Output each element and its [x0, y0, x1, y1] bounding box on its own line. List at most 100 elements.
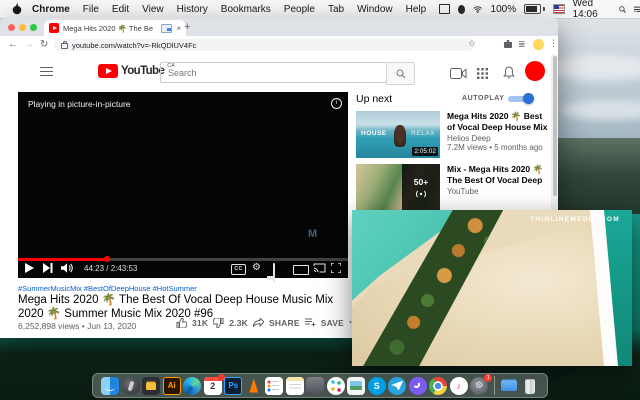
like-icon[interactable] — [176, 318, 187, 328]
suggested-video-2[interactable]: 50+ Mix - Mega Hits 2020 🌴 The Best Of V… — [356, 164, 552, 211]
thumb-text-relax: RELAX — [411, 130, 435, 137]
next-button[interactable] — [43, 263, 53, 273]
suggested-video-1[interactable]: HOUSE RELAX 2:05:02 Mega Hits 2020 🌴 Bes… — [356, 111, 552, 158]
dislike-icon[interactable] — [213, 318, 224, 328]
apps-grid-icon[interactable] — [477, 66, 488, 84]
suggested-title-1[interactable]: Mega Hits 2020 🌴 Best of Vocal Deep Hous… — [447, 111, 552, 132]
dock-chrome-icon[interactable] — [429, 377, 447, 395]
bookmark-star-icon[interactable]: ☆ — [468, 38, 476, 49]
reload-button[interactable]: ↻ — [40, 39, 48, 50]
menu-extra-icon[interactable] — [458, 5, 465, 14]
padlock-icon[interactable] — [61, 43, 68, 49]
minimize-window-button[interactable] — [19, 24, 26, 31]
scrollbar-thumb[interactable] — [553, 56, 557, 196]
mix-count: 50+ — [414, 177, 428, 187]
search-box — [160, 62, 387, 83]
account-avatar[interactable] — [525, 61, 545, 81]
dock-launchpad-icon[interactable] — [122, 377, 140, 395]
dock-illustrator-icon[interactable]: Ai — [163, 377, 181, 395]
chrome-profile-avatar[interactable] — [533, 39, 544, 50]
dislike-count[interactable]: 2.3K — [229, 318, 248, 328]
pip-window[interactable]: THINLINEMEDIA.COM — [352, 210, 632, 366]
browser-tab[interactable]: Mega Hits 2020 🌴 The Be × — [44, 20, 186, 36]
address-bar[interactable]: youtube.com/watch?v=-RkQDlUV4Fc — [54, 39, 474, 51]
dock-music-icon[interactable]: ♪ — [450, 377, 468, 395]
forward-button[interactable]: → — [24, 39, 34, 50]
dock-telegram-icon[interactable] — [388, 377, 406, 395]
spotlight-icon[interactable] — [619, 5, 626, 14]
fullscreen-button[interactable] — [331, 263, 341, 273]
dock-finder-icon[interactable] — [101, 377, 119, 395]
suggested-channel-1[interactable]: Helios Deep — [447, 134, 552, 143]
keyboard-flag-icon[interactable] — [553, 4, 565, 14]
notifications-bell-icon[interactable] — [503, 66, 515, 84]
menu-window[interactable]: Window — [357, 4, 393, 15]
dock-settings-icon[interactable]: ⚙1 — [470, 377, 488, 395]
dock-app-icon[interactable] — [306, 377, 324, 395]
dock-downloads-icon[interactable] — [500, 377, 518, 395]
suggested-channel-2[interactable]: YouTube — [447, 187, 552, 196]
dock-photoshop-icon[interactable]: Ps — [224, 377, 242, 395]
menu-view[interactable]: View — [142, 4, 164, 15]
apple-menu-icon[interactable] — [12, 3, 22, 15]
suggested-thumbnail-1[interactable]: HOUSE RELAX 2:05:02 — [356, 111, 440, 158]
menu-file[interactable]: File — [83, 4, 99, 15]
dock-trash-icon[interactable] — [521, 377, 539, 395]
play-button[interactable] — [25, 263, 34, 273]
like-count[interactable]: 31K — [192, 318, 208, 328]
screen-mirroring-icon[interactable] — [439, 4, 450, 14]
progress-scrubber[interactable] — [104, 256, 110, 262]
close-tab-button[interactable]: × — [176, 24, 181, 33]
save-icon[interactable] — [305, 318, 316, 327]
menu-people[interactable]: People — [284, 4, 315, 15]
dock-reminders-icon[interactable] — [265, 377, 283, 395]
channel-watermark[interactable]: M — [308, 228, 315, 240]
notification-center-icon[interactable] — [634, 5, 640, 13]
dock-files-icon[interactable] — [142, 377, 160, 395]
sidebar-extension-icon[interactable]: ≣ — [518, 39, 526, 50]
theater-mode-button[interactable] — [293, 265, 309, 275]
player-info-icon[interactable]: i — [331, 98, 342, 109]
dock-calendar-icon[interactable]: 2 — [204, 377, 222, 395]
share-label[interactable]: SHARE — [269, 318, 300, 328]
suggested-title-2[interactable]: Mix - Mega Hits 2020 🌴 The Best Of Vocal… — [447, 164, 552, 185]
menu-edit[interactable]: Edit — [112, 4, 129, 15]
zoom-window-button[interactable] — [30, 24, 37, 31]
captions-button[interactable]: CC — [231, 264, 246, 275]
video-player[interactable] — [18, 92, 348, 278]
menu-history[interactable]: History — [177, 4, 208, 15]
cast-icon[interactable] — [313, 263, 326, 273]
guide-menu-icon[interactable] — [40, 67, 53, 76]
menu-help[interactable]: Help — [406, 4, 427, 15]
wifi-icon[interactable] — [473, 5, 483, 14]
menu-chrome[interactable]: Chrome — [32, 4, 70, 15]
dock-slack-icon[interactable] — [327, 377, 345, 395]
progress-fill — [18, 258, 107, 261]
dock-edge-icon[interactable] — [183, 377, 201, 395]
settings-gear-icon[interactable]: ⚙ — [252, 262, 261, 273]
save-label[interactable]: SAVE — [321, 318, 344, 328]
search-button[interactable] — [386, 62, 415, 85]
menu-bookmarks[interactable]: Bookmarks — [221, 4, 271, 15]
share-icon[interactable] — [253, 318, 264, 327]
dock-viber-icon[interactable] — [409, 377, 427, 395]
dock-vlc-icon[interactable] — [245, 377, 263, 395]
dock-skype-icon[interactable]: S — [368, 377, 386, 395]
new-tab-button[interactable]: + — [184, 21, 190, 33]
volume-icon[interactable] — [61, 263, 74, 273]
create-video-icon[interactable] — [450, 66, 467, 84]
close-window-button[interactable] — [8, 24, 15, 31]
dock-notes-icon[interactable] — [286, 377, 304, 395]
chrome-menu-icon[interactable]: ⋮ — [549, 38, 558, 49]
search-input[interactable] — [161, 68, 387, 78]
back-button[interactable]: ← — [8, 39, 18, 50]
menu-clock[interactable]: Wed 14:06 — [573, 0, 611, 20]
autoplay-toggle[interactable] — [508, 94, 534, 103]
dock-preview-icon[interactable] — [347, 377, 365, 395]
progress-bar[interactable] — [18, 258, 348, 261]
menu-tab[interactable]: Tab — [328, 4, 344, 15]
desktop: Chrome File Edit View History Bookmarks … — [0, 0, 640, 400]
video-hashtags[interactable]: #SummerMusicMix #BestOfDeepHouse #HotSum… — [18, 284, 197, 293]
miniplayer-button[interactable] — [273, 263, 275, 282]
suggested-thumbnail-2[interactable]: 50+ — [356, 164, 440, 211]
